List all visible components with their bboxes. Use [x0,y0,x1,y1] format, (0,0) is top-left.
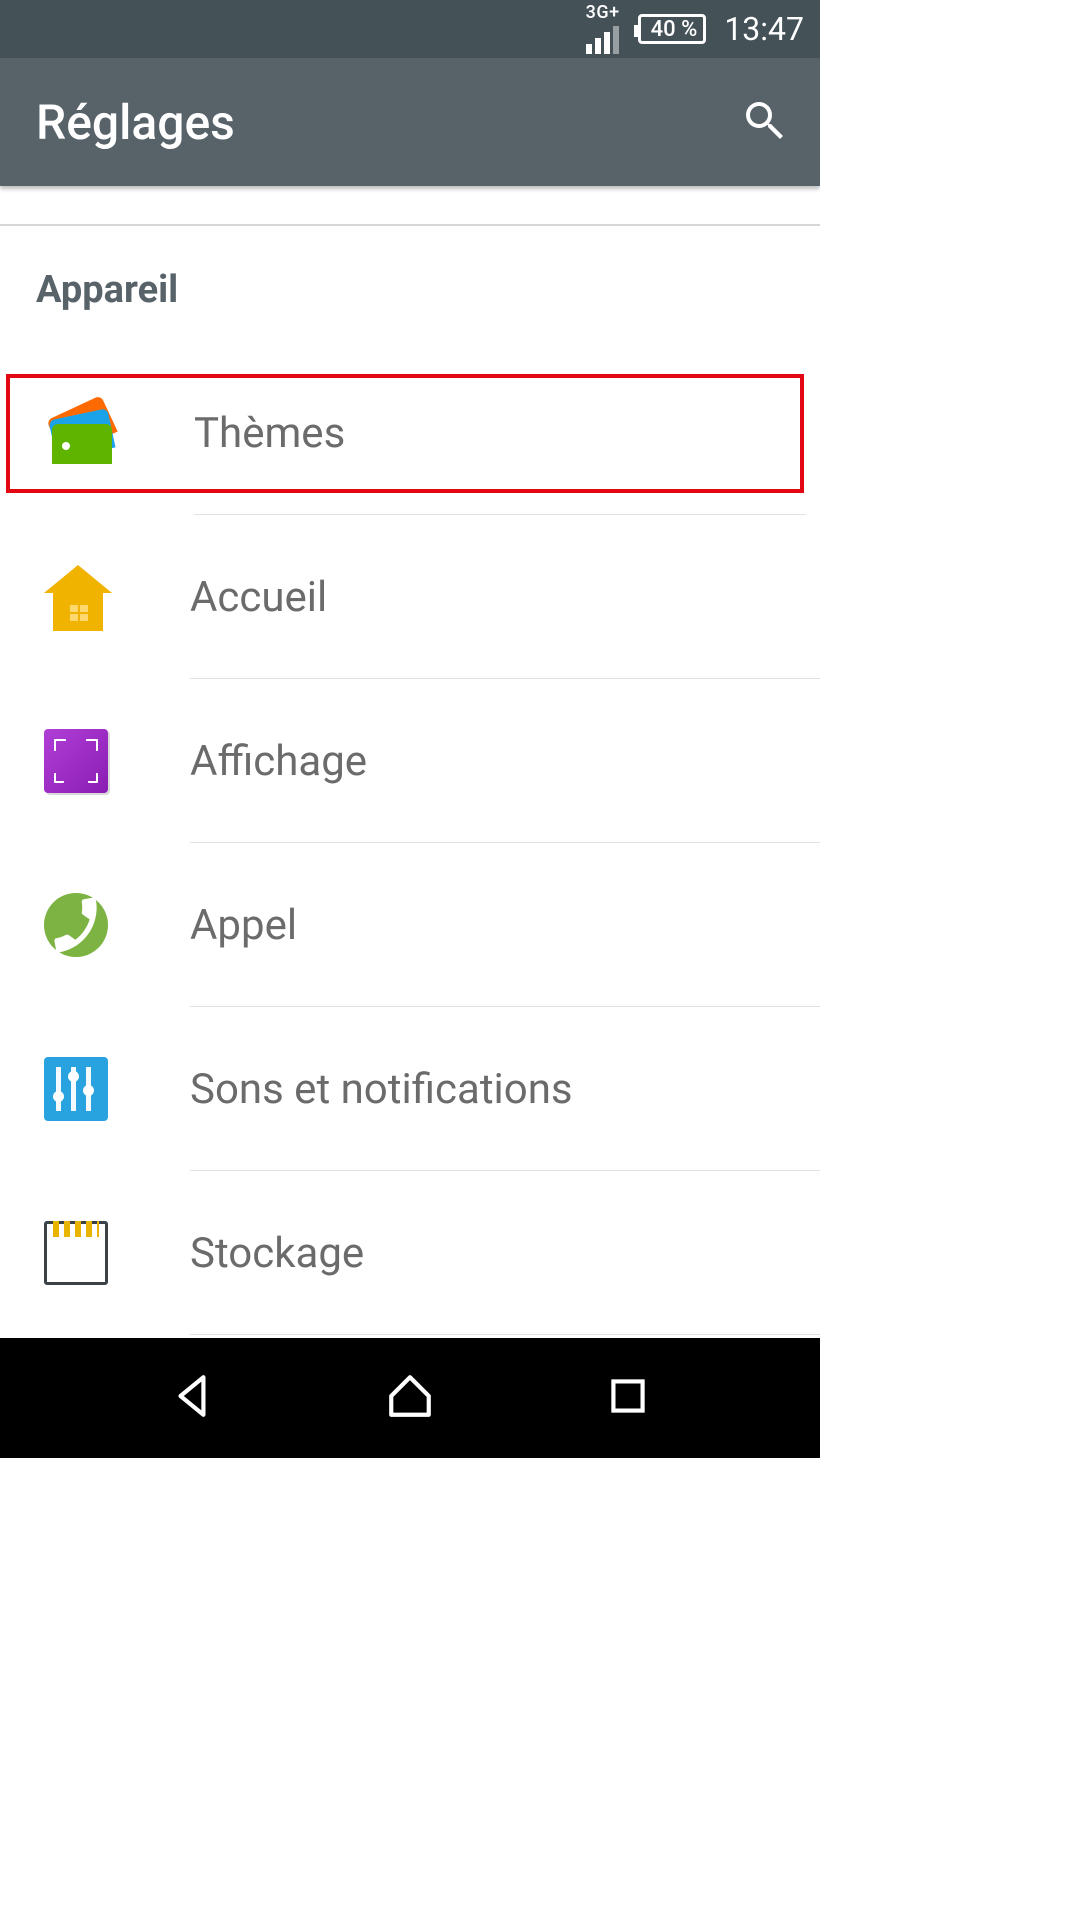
battery-indicator: 40 % [638,14,707,44]
display-icon [44,729,108,793]
settings-item-label: Accueil [190,573,327,622]
nav-home-button[interactable] [385,1371,435,1425]
sd-card-icon [44,1221,108,1285]
settings-item-call[interactable]: Appel [0,843,820,1007]
square-icon [603,1371,653,1421]
settings-item-sounds[interactable]: Sons et notifications [0,1007,820,1171]
home-outline-icon [385,1371,435,1421]
settings-item-label: Affichage [190,737,367,786]
nav-back-button[interactable] [168,1371,218,1425]
network-signal-indicator: 3G+ [586,4,620,54]
page-title: Réglages [36,94,235,151]
section-heading-device: Appareil [0,226,820,322]
navigation-bar [0,1338,820,1458]
settings-item-label: Sons et notifications [190,1065,573,1114]
search-icon [740,96,788,144]
settings-item-themes[interactable]: Thèmes [4,372,806,495]
clock: 13:47 [724,10,804,48]
divider [190,1334,820,1335]
settings-item-label: Stockage [190,1229,364,1278]
battery-text: 40 % [651,17,698,42]
home-icon [44,565,108,629]
settings-item-label: Appel [190,901,297,950]
themes-icon [48,402,112,466]
equalizer-icon [44,1057,108,1121]
settings-item-label: Thèmes [194,409,345,458]
nav-recent-button[interactable] [603,1371,653,1425]
signal-bars-icon [586,24,619,54]
phone-icon [44,893,108,957]
app-bar: Réglages [0,58,820,186]
settings-item-home[interactable]: Accueil [0,515,820,679]
top-spacer [0,186,820,226]
settings-item-display[interactable]: Affichage [0,679,820,843]
back-icon [168,1371,218,1421]
network-type-label: 3G+ [586,4,620,22]
search-button[interactable] [740,96,788,148]
status-bar: 3G+ 40 % 13:47 [0,0,820,58]
settings-list: Thèmes Accueil Affichage [0,372,820,1335]
settings-item-storage[interactable]: Stockage [0,1171,820,1335]
